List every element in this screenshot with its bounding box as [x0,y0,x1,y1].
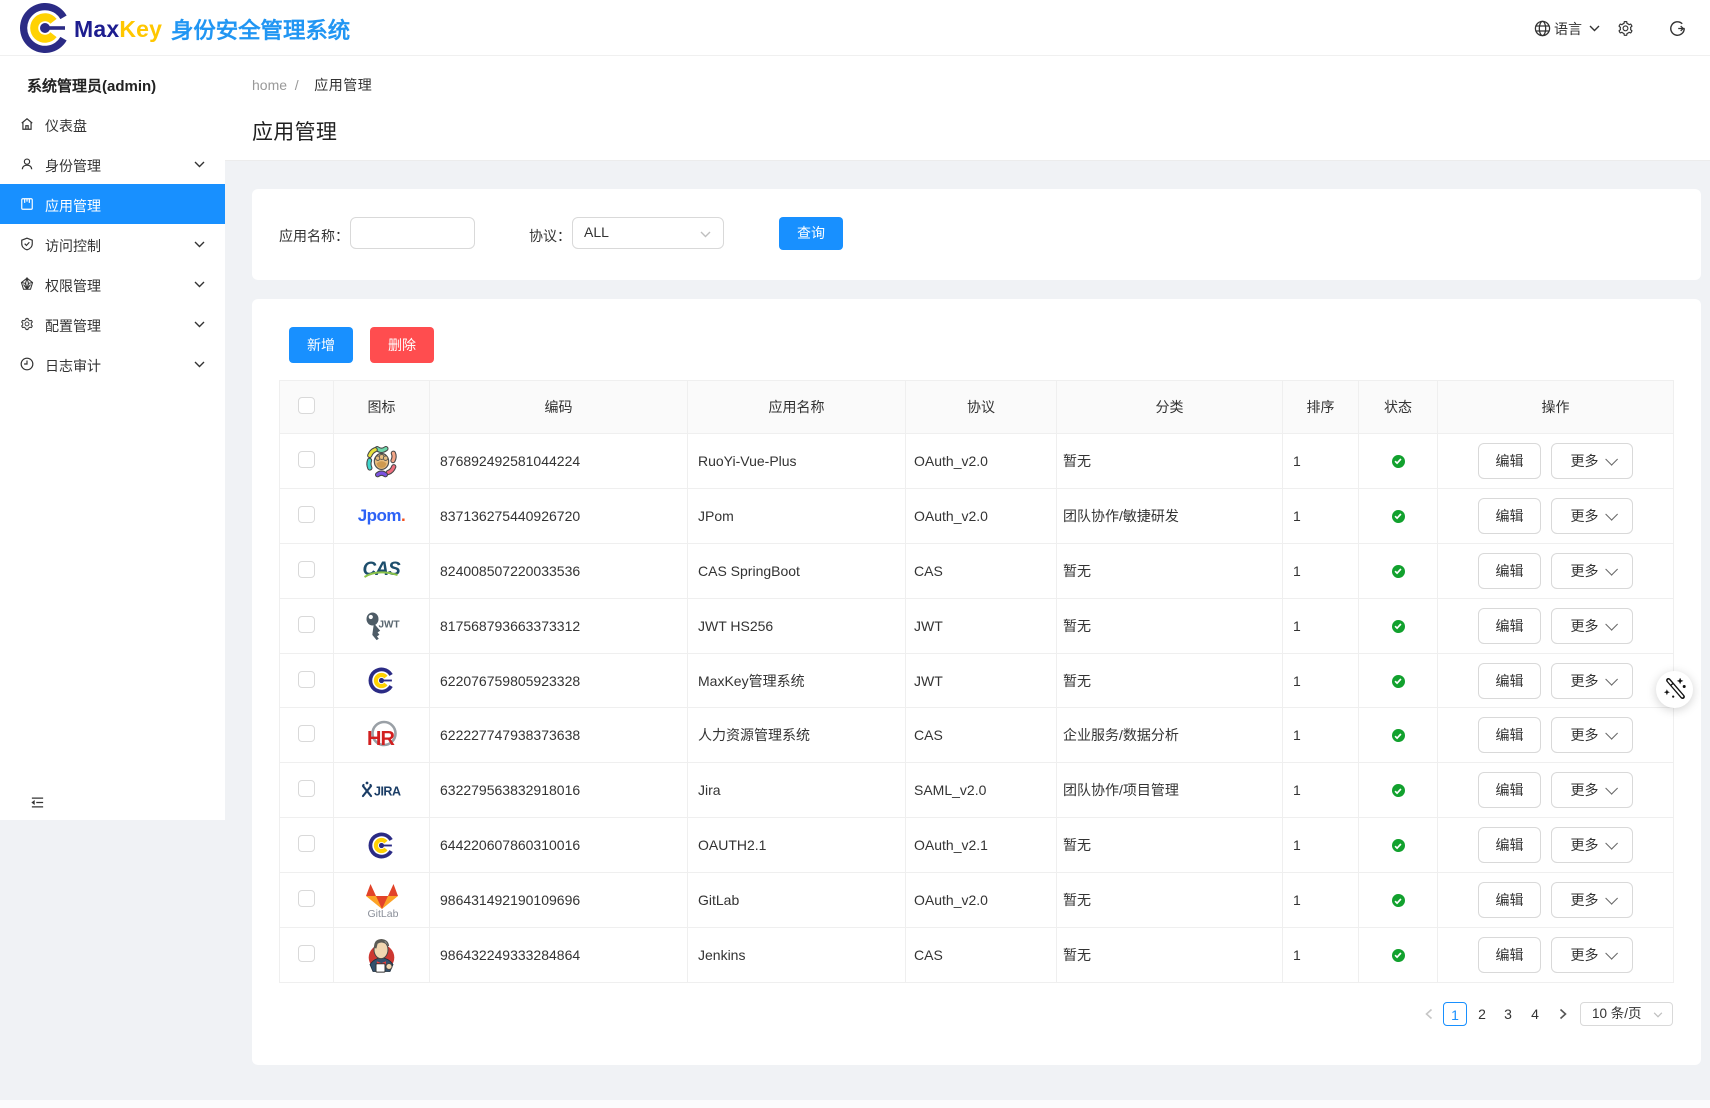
svg-text:HR: HR [367,728,395,750]
svg-text:GitLab: GitLab [367,908,398,919]
svg-text:JIRA: JIRA [374,785,401,799]
svg-text:JWT: JWT [378,619,399,630]
